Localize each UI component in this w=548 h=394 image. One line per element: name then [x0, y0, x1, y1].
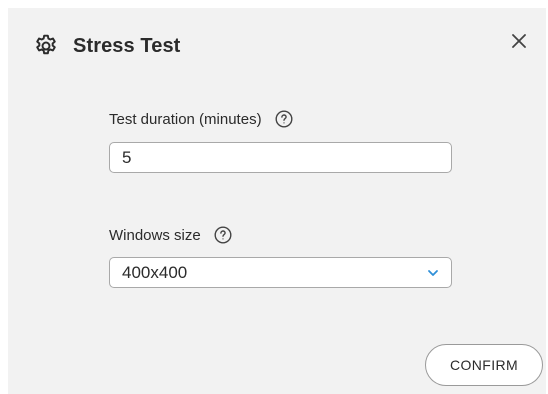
help-icon[interactable] [214, 226, 232, 244]
duration-label: Test duration (minutes) [109, 110, 262, 128]
help-icon[interactable] [275, 110, 293, 128]
window-size-label-row: Windows size [109, 226, 232, 244]
window-size-value: 400x400 [122, 262, 188, 282]
stress-test-dialog: Stress Test Test duration (minutes) Wind… [8, 8, 546, 394]
gear-icon [32, 32, 60, 60]
dialog-title: Stress Test [73, 34, 181, 57]
window-size-label: Windows size [109, 226, 201, 244]
chevron-down-icon [428, 269, 438, 276]
close-icon [512, 34, 526, 48]
confirm-button[interactable]: CONFIRM [425, 344, 543, 386]
window-size-select[interactable]: 400x400 [109, 257, 452, 288]
close-button[interactable] [510, 32, 528, 50]
duration-input[interactable] [109, 142, 452, 173]
dialog-header: Stress Test [32, 32, 180, 60]
duration-label-row: Test duration (minutes) [109, 110, 293, 128]
